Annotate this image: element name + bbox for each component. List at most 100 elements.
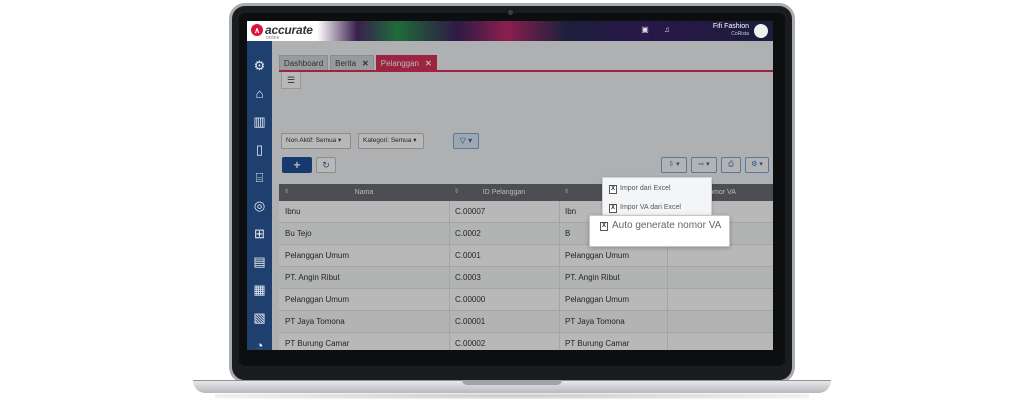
column-header-id[interactable]: ⇕ ID Pelanggan	[449, 184, 559, 201]
tab-label: Dashboard	[284, 58, 324, 68]
column-divider	[667, 289, 668, 310]
sort-icon: ⇕	[564, 189, 570, 195]
table-cell: Pelanggan Umum	[565, 251, 630, 260]
cart-icon[interactable]: ⊞	[251, 225, 268, 242]
avatar[interactable]	[754, 24, 768, 38]
table-cell: C.00007	[455, 207, 486, 216]
header-label: Nama	[354, 189, 374, 196]
table-cell: PT Jaya Tomona	[285, 317, 345, 326]
menu-item-label: Impor VA dari Excel	[620, 204, 681, 211]
report-icon[interactable]: ▧	[251, 309, 268, 326]
table-cell: C.00002	[455, 339, 486, 348]
device-icon[interactable]: ▯	[251, 141, 268, 158]
table-row[interactable]: PT Burung Camar C.00002 PT Burung Camar	[279, 333, 773, 350]
tab-dashboard[interactable]: Dashboard	[279, 55, 329, 70]
table-row[interactable]: Pelanggan Umum C.00000 Pelanggan Umum	[279, 289, 773, 311]
brand-logo[interactable]: ∧ accurate online	[251, 23, 313, 41]
column-divider	[667, 267, 668, 288]
brand-mark-icon: ∧	[251, 24, 263, 36]
export-button[interactable]: ⇨ ▾	[691, 157, 717, 173]
table-cell: C.0002	[455, 229, 481, 238]
bank-icon[interactable]: ⌸	[251, 169, 268, 186]
user-info[interactable]: Fifi Fashion CoRista	[713, 23, 749, 37]
tab-label: Berita	[335, 58, 357, 68]
column-divider	[559, 333, 560, 350]
inbox-icon[interactable]: ⌂	[251, 85, 268, 102]
table-row[interactable]: PT Jaya Tomona C.00001 PT Jaya Tomona	[279, 311, 773, 333]
table-cell: PT. Angin Ribut	[565, 273, 620, 282]
excel-icon: X	[609, 203, 617, 213]
column-divider	[449, 223, 450, 244]
truck-icon[interactable]: ▤	[251, 253, 268, 270]
map-icon[interactable]: ▦	[251, 281, 268, 298]
table-cell	[667, 289, 773, 311]
menu-item-impor-va[interactable]: X Impor VA dari Excel	[609, 201, 681, 215]
column-header-nama[interactable]: ⇕ Nama	[279, 184, 449, 201]
header-label: ID Pelanggan	[482, 189, 526, 196]
sort-icon: ⇕	[454, 189, 460, 195]
menu-item-label: Impor dari Excel	[620, 185, 671, 192]
table-cell	[667, 267, 773, 289]
column-divider	[559, 289, 560, 310]
column-divider	[559, 267, 560, 288]
table-cell: C.0001	[455, 251, 481, 260]
table-row[interactable]: PT. Angin Ribut C.0003 PT. Angin Ribut	[279, 267, 773, 289]
sort-icon: ⇕	[284, 189, 290, 195]
list-view-icon[interactable]: ☰	[281, 72, 301, 89]
settings-button[interactable]: ⚙ ▾	[745, 157, 769, 173]
table-cell: Bu Tejo	[285, 229, 312, 238]
filter-non-aktif[interactable]: Non Aktif: Semua ▾	[281, 133, 351, 149]
column-divider	[449, 267, 450, 288]
tab-bar: Dashboard Berita ✕ Pelanggan ✕	[279, 55, 437, 70]
column-divider	[667, 245, 668, 266]
chart-icon[interactable]: ◔	[251, 337, 268, 350]
sidebar: ⚙ ⌂ ▥ ▯ ⌸ ◎ ⊞ ▤ ▦ ▧ ◔	[247, 41, 272, 350]
tooltip-text: Auto generate nomor VA	[612, 220, 722, 231]
close-icon[interactable]: ✕	[362, 56, 369, 71]
user-name: Fifi Fashion	[712, 23, 749, 30]
refresh-button[interactable]: ↻	[316, 157, 336, 173]
user-role: CoRista	[731, 31, 749, 37]
filter-kategori[interactable]: Kategori: Semua ▾	[358, 133, 424, 149]
filter-button[interactable]: ▽ ▾	[453, 133, 479, 149]
column-divider	[559, 311, 560, 332]
gear-icon[interactable]: ⚙	[251, 57, 268, 74]
import-menu: X Impor dari Excel X Impor VA dari Excel	[602, 177, 712, 219]
add-button[interactable]: +	[282, 157, 312, 173]
message-icon[interactable]: ▣	[640, 25, 650, 35]
close-icon[interactable]: ✕	[425, 56, 432, 71]
table-cell: C.0003	[455, 273, 481, 282]
column-divider	[667, 333, 668, 350]
top-bar: ∧ accurate online ▣ ♫ Fifi Fashion CoRis…	[247, 21, 773, 41]
table-cell	[667, 311, 773, 333]
building-icon[interactable]: ▥	[251, 113, 268, 130]
menu-item-impor-excel[interactable]: X Impor dari Excel	[609, 182, 671, 196]
filter-label: Kategori: Semua	[363, 137, 412, 144]
app-screen: ∧ accurate online ▣ ♫ Fifi Fashion CoRis…	[247, 21, 773, 350]
bell-icon[interactable]: ♫	[662, 25, 672, 35]
column-divider	[449, 245, 450, 266]
table-row[interactable]: Pelanggan Umum C.0001 Pelanggan Umum	[279, 245, 773, 267]
table-cell: PT Burung Camar	[565, 339, 630, 348]
excel-icon: X	[609, 184, 617, 194]
tab-underline	[279, 70, 773, 72]
main-content: Dashboard Berita ✕ Pelanggan ✕ ☰ Non Aktif…	[272, 41, 773, 350]
tab-berita[interactable]: Berita ✕	[330, 55, 374, 70]
column-divider	[449, 289, 450, 310]
column-divider	[559, 223, 560, 244]
column-divider	[559, 245, 560, 266]
table-cell: C.00001	[455, 317, 486, 326]
print-button[interactable]: ⎙	[721, 157, 741, 173]
top-icons: ▣ ♫	[640, 25, 672, 35]
bag-icon[interactable]: ◎	[251, 197, 268, 214]
filter-label: Non Aktif: Semua	[286, 137, 337, 144]
table-cell: PT. Angin Ribut	[285, 273, 340, 282]
table-cell	[667, 245, 773, 267]
tab-pelanggan[interactable]: Pelanggan ✕	[375, 55, 437, 71]
laptop-mockup: ∧ accurate online ▣ ♫ Fifi Fashion CoRis…	[0, 0, 1024, 409]
table-cell	[667, 333, 773, 350]
import-button[interactable]: ⇩ ▾	[661, 157, 687, 173]
auto-generate-va-tooltip[interactable]: X Auto generate nomor VA	[589, 215, 730, 247]
table-cell: C.00000	[455, 295, 486, 304]
table-cell: PT Jaya Tomona	[565, 317, 625, 326]
